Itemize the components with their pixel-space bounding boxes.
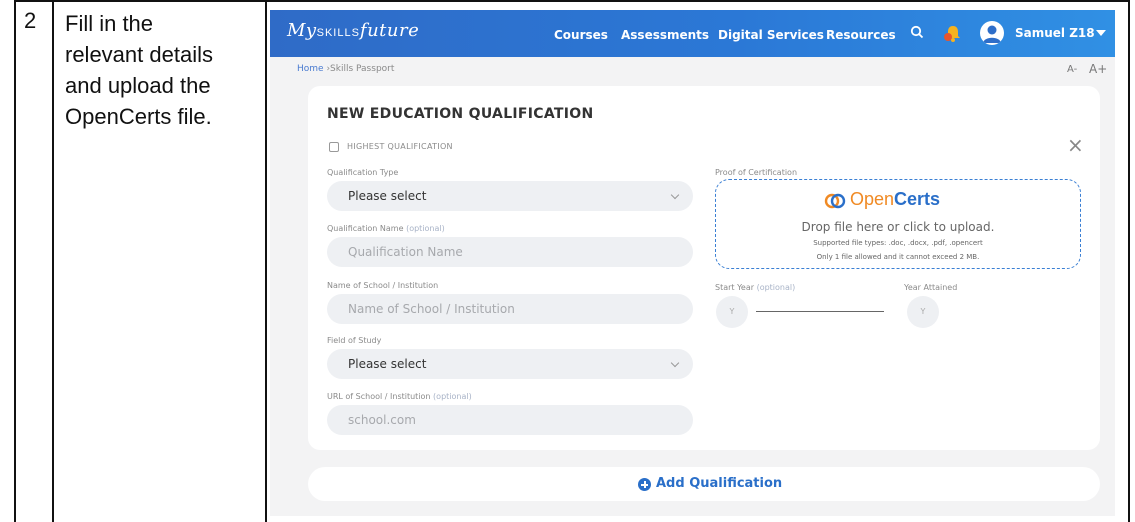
opencerts-open-text: Open (850, 189, 895, 209)
field-of-study-value: Please select (348, 357, 427, 371)
drop-instructions: Drop file here or click to upload. (801, 220, 995, 234)
nav-resources[interactable]: Resources (826, 28, 896, 42)
file-limit-text: Only 1 file allowed and it cannot exceed… (816, 253, 980, 261)
qualification-type-label: Qualification Type (327, 168, 398, 177)
add-qualification-label: Add Qualification (656, 476, 783, 491)
logo-skills: SKILLS (316, 27, 360, 39)
url-label: URL of School / Institution (optional) (327, 392, 472, 401)
optional-tag: (optional) (433, 392, 472, 401)
user-name[interactable]: Samuel Z18 (1015, 26, 1095, 40)
year-attained-input[interactable]: Y (907, 296, 939, 328)
add-qualification-button[interactable]: Add Qualification (308, 467, 1100, 501)
user-avatar-icon (983, 25, 1001, 43)
year-attained-label: Year Attained (904, 283, 957, 292)
instruction-text: Fill in the relevant details and upload … (65, 8, 265, 132)
instruction-line: and upload the (65, 73, 211, 98)
qualification-type-select[interactable]: Please select (327, 181, 693, 211)
user-menu-chevron-down-icon[interactable] (1096, 30, 1106, 36)
proof-label-text: Proof of Certification (715, 168, 798, 177)
breadcrumb-current: Skills Passport (330, 64, 395, 74)
highest-qualification-label: HIGHEST QUALIFICATION (347, 142, 453, 151)
logo-prefix: My (287, 20, 317, 41)
start-year-input[interactable]: Y (716, 296, 748, 328)
close-icon[interactable]: × (1067, 135, 1084, 155)
url-input[interactable]: school.com (327, 405, 693, 435)
qualification-name-label: Qualification Name (optional) (327, 224, 445, 233)
breadcrumb: Home ›Skills Passport (297, 64, 394, 74)
start-year-label: Start Year (optional) (715, 283, 795, 292)
myskillsfuture-logo[interactable]: MySKILLSfuture (287, 20, 419, 41)
instruction-line: Fill in the (65, 11, 154, 36)
year-range-divider (756, 311, 884, 312)
breadcrumb-home[interactable]: Home (297, 64, 324, 74)
opencerts-logo: OpenCerts (824, 189, 984, 213)
qualification-name-input[interactable]: Qualification Name (327, 237, 693, 267)
field-of-study-select[interactable]: Please select (327, 349, 693, 379)
chevron-down-icon (670, 358, 680, 368)
school-placeholder: Name of School / Institution (348, 302, 515, 316)
start-year-label-text: Start Year (715, 283, 755, 292)
qualification-form-card: NEW EDUCATION QUALIFICATION HIGHEST QUAL… (308, 86, 1100, 450)
form-title: NEW EDUCATION QUALIFICATION (327, 106, 594, 122)
qualification-name-label-text: Qualification Name (327, 224, 404, 233)
app-screenshot: MySKILLSfuture Courses Assessments Digit… (270, 10, 1115, 516)
table-border-col1 (52, 0, 54, 522)
nav-courses[interactable]: Courses (554, 28, 608, 42)
qualification-name-placeholder: Qualification Name (348, 245, 463, 259)
field-of-study-label-text: Field of Study (327, 336, 382, 345)
optional-tag: (optional) (756, 283, 796, 292)
year-attained-label-text: Year Attained (904, 283, 958, 292)
qualification-type-value: Please select (348, 189, 427, 203)
optional-tag: (optional) (406, 224, 445, 233)
url-placeholder: school.com (348, 413, 416, 427)
search-icon[interactable] (910, 25, 924, 39)
table-border-left (14, 0, 16, 522)
proof-label: Proof of Certification (715, 168, 797, 177)
instruction-line: relevant details (65, 42, 213, 67)
logo-suffix: future (359, 20, 420, 41)
school-label: Name of School / Institution (327, 281, 438, 290)
user-avatar[interactable] (980, 21, 1004, 45)
table-border-top (14, 0, 1130, 2)
supported-types-text: Supported file types: .doc, .docx, .pdf,… (813, 239, 983, 247)
notification-bell-icon[interactable] (943, 24, 963, 44)
opencerts-upload-dropzone[interactable]: OpenCerts Drop file here or click to upl… (715, 179, 1081, 269)
field-of-study-label: Field of Study (327, 336, 381, 345)
plus-circle-icon (638, 478, 651, 491)
table-border-right (1128, 0, 1130, 522)
nav-digital-services[interactable]: Digital Services (718, 28, 824, 42)
chevron-down-icon (670, 190, 680, 200)
font-increase-button[interactable]: A+ (1089, 62, 1107, 76)
table-border-col2 (265, 0, 267, 522)
nav-assessments[interactable]: Assessments (621, 28, 709, 42)
school-label-text: Name of School / Institution (327, 281, 439, 290)
step-number: 2 (24, 8, 37, 33)
opencerts-logo-icon (824, 193, 846, 209)
instruction-line: OpenCerts file. (65, 104, 212, 129)
font-decrease-button[interactable]: A- (1067, 64, 1077, 75)
highest-qualification-checkbox[interactable] (329, 142, 339, 152)
url-label-text: URL of School / Institution (327, 392, 431, 401)
school-input[interactable]: Name of School / Institution (327, 294, 693, 324)
opencerts-certs-text: Certs (894, 189, 941, 209)
top-navigation-bar: MySKILLSfuture Courses Assessments Digit… (270, 10, 1115, 57)
qualification-type-label-text: Qualification Type (327, 168, 399, 177)
